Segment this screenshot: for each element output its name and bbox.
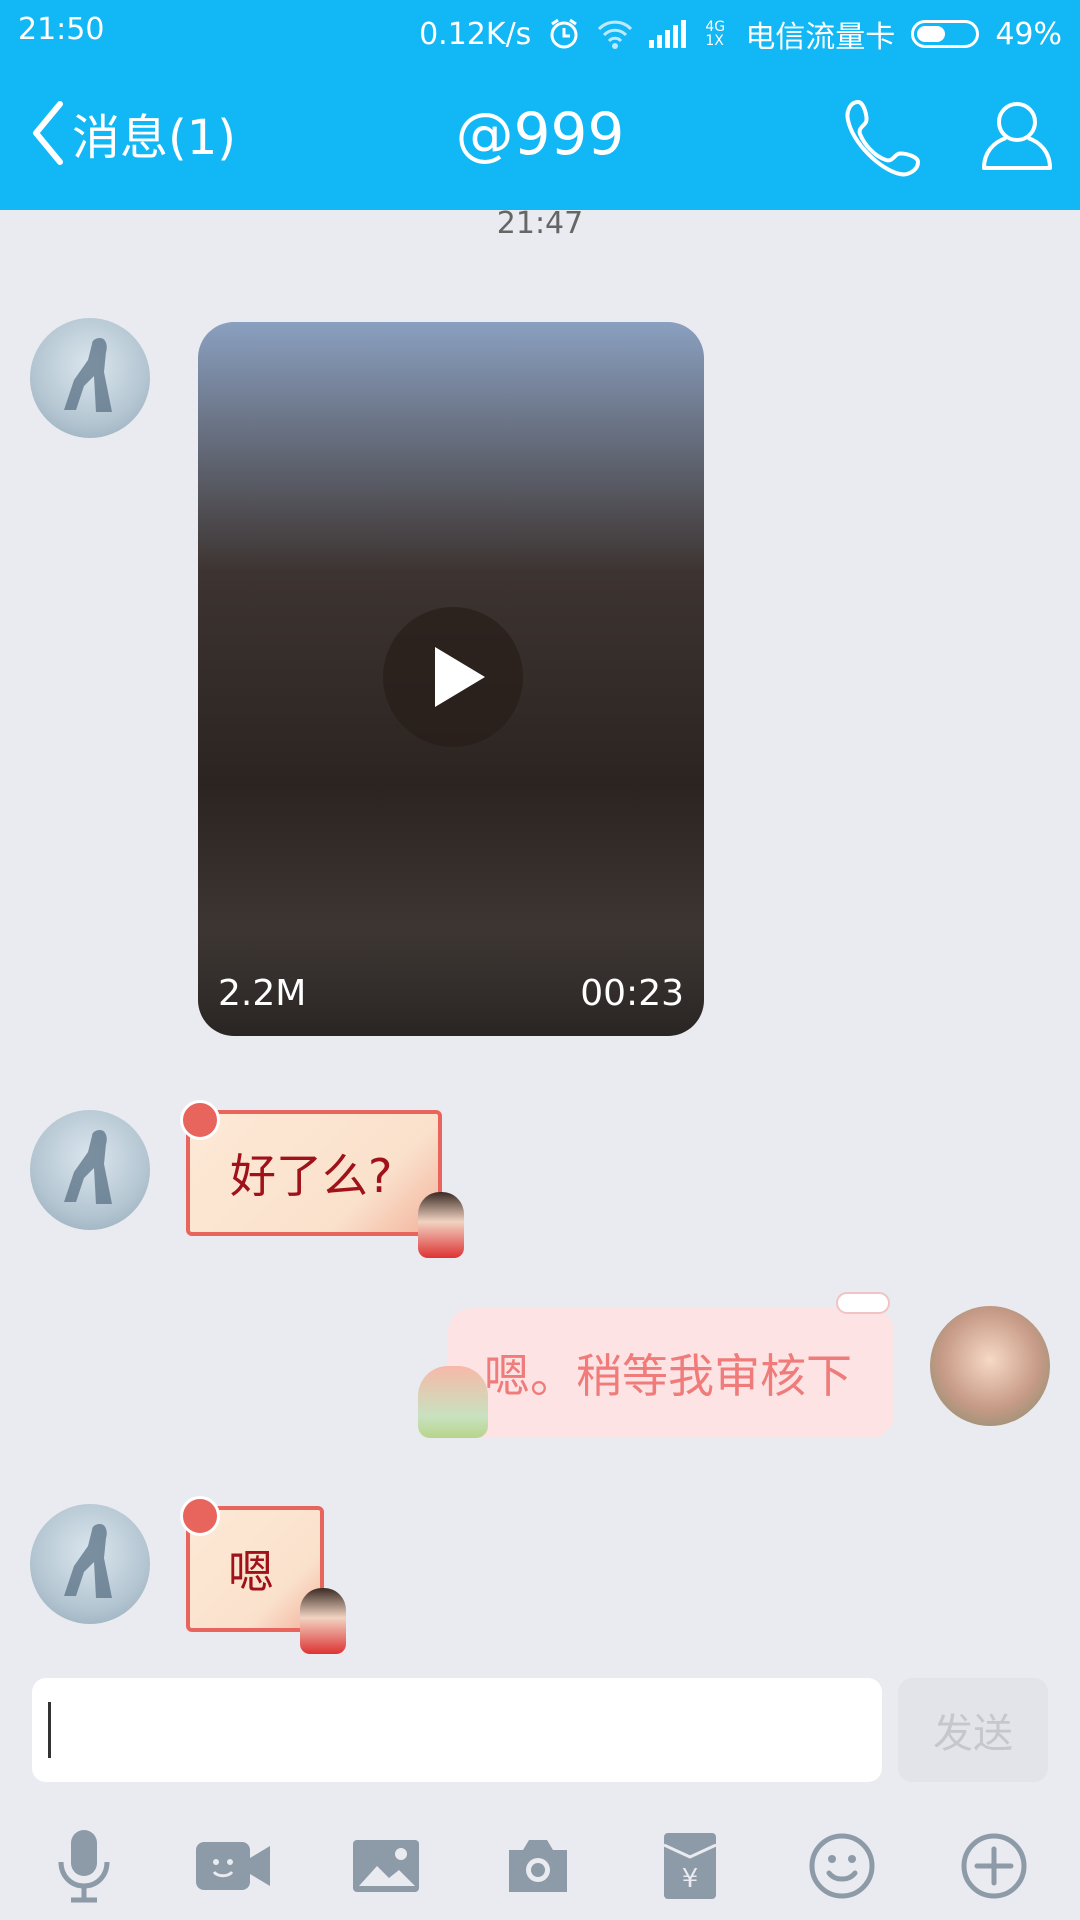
- red-packet-icon: ¥: [663, 1833, 717, 1899]
- video-size: 2.2M: [218, 973, 307, 1014]
- navigation-bar: 消息(1) @999: [0, 62, 1080, 210]
- bubble-sticker-icon: [418, 1366, 488, 1438]
- input-toolbar: ¥: [0, 1808, 1080, 1920]
- network-type: 4G 1X: [705, 19, 726, 49]
- emoji-icon: [809, 1833, 875, 1899]
- silhouette-icon: [64, 1130, 112, 1204]
- image-button[interactable]: [346, 1826, 426, 1906]
- camera-button[interactable]: [498, 1826, 578, 1906]
- silhouette-icon: [64, 338, 112, 412]
- status-bar: 21:50 0.12K/s 4G 1X 电信流量卡 49%: [0, 0, 1080, 62]
- emoji-button[interactable]: [802, 1826, 882, 1906]
- contact-avatar[interactable]: [30, 318, 150, 438]
- cloud-icon: [836, 1292, 890, 1314]
- phone-icon: [845, 99, 921, 177]
- message-text: 好了么?: [230, 1149, 393, 1203]
- image-icon: [353, 1840, 419, 1892]
- message-input[interactable]: [32, 1678, 882, 1782]
- incoming-message-bubble[interactable]: 好了么?: [186, 1110, 442, 1236]
- send-button[interactable]: 发送: [898, 1678, 1048, 1782]
- bubble-sticker-icon: [418, 1192, 464, 1258]
- message-text: 嗯。稍等我审核下: [484, 1349, 852, 1403]
- battery-percent: 49%: [995, 16, 1062, 52]
- profile-icon: [982, 102, 1052, 170]
- alarm-icon: [547, 17, 581, 51]
- silhouette-icon: [64, 1524, 112, 1598]
- signal-icon: [649, 20, 689, 48]
- play-icon[interactable]: [383, 607, 523, 747]
- contact-profile-button[interactable]: [972, 92, 1062, 182]
- network-speed: 0.12K/s: [419, 16, 532, 52]
- contact-avatar[interactable]: [30, 1110, 150, 1230]
- text-caret: [48, 1702, 51, 1758]
- top-bar: 21:50 0.12K/s 4G 1X 电信流量卡 49% 消息(1) @999: [0, 0, 1080, 210]
- video-call-icon: [196, 1842, 270, 1890]
- video-call-button[interactable]: [194, 1826, 274, 1906]
- flower-icon: [180, 1100, 220, 1140]
- status-right: 0.12K/s 4G 1X 电信流量卡 49%: [419, 12, 1062, 56]
- video-message[interactable]: 2.2M 00:23: [198, 322, 704, 1036]
- status-time: 21:50: [18, 12, 105, 47]
- red-packet-button[interactable]: ¥: [650, 1826, 730, 1906]
- microphone-icon: [58, 1830, 110, 1903]
- battery-level: [917, 26, 945, 42]
- my-avatar[interactable]: [930, 1306, 1050, 1426]
- phone-call-button[interactable]: [836, 92, 926, 182]
- camera-icon: [509, 1840, 567, 1892]
- carrier-name: 电信流量卡: [745, 20, 896, 55]
- bubble-sticker-icon: [300, 1588, 346, 1654]
- message-text: 嗯: [228, 1545, 274, 1599]
- battery-icon: [911, 20, 980, 48]
- contact-avatar[interactable]: [30, 1504, 150, 1624]
- voice-button[interactable]: [44, 1826, 124, 1906]
- more-button[interactable]: [954, 1826, 1034, 1906]
- message-timestamp: 21:47: [496, 206, 584, 241]
- wifi-icon: [597, 19, 633, 49]
- video-duration: 00:23: [580, 973, 684, 1014]
- flower-icon: [180, 1496, 220, 1536]
- svg-text:¥: ¥: [682, 1864, 699, 1894]
- plus-icon: [961, 1833, 1027, 1899]
- outgoing-message-bubble[interactable]: 嗯。稍等我审核下: [448, 1308, 894, 1438]
